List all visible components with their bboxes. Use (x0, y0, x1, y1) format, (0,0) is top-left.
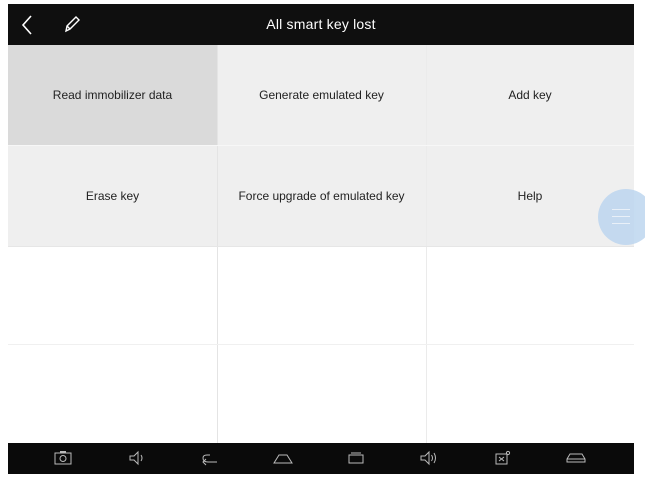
volume-down-icon[interactable] (127, 450, 147, 466)
empty-tile (8, 344, 217, 443)
menu-add-key[interactable]: Add key (426, 45, 634, 145)
vehicle-icon[interactable] (565, 450, 586, 466)
title-bar: All smart key lost (8, 4, 634, 45)
menu-erase-key[interactable]: Erase key (8, 145, 217, 246)
empty-tile (217, 246, 426, 344)
menu-read-immobilizer-data[interactable]: Read immobilizer data (8, 45, 217, 145)
grid-divider (426, 45, 427, 443)
empty-tile (8, 246, 217, 344)
empty-tile (426, 246, 634, 344)
screenshot-icon[interactable] (53, 450, 73, 466)
system-navigation-bar (8, 443, 634, 474)
empty-tile (217, 344, 426, 443)
grid-divider (8, 145, 634, 146)
menu-force-upgrade-emulated-key[interactable]: Force upgrade of emulated key (217, 145, 426, 246)
back-icon[interactable] (200, 450, 220, 466)
page-title: All smart key lost (266, 16, 376, 32)
grid-divider (8, 344, 634, 345)
menu-generate-emulated-key[interactable]: Generate emulated key (217, 45, 426, 145)
floating-assist-button[interactable] (598, 189, 645, 245)
home-icon[interactable] (272, 450, 293, 466)
function-menu-grid: Read immobilizer data Generate emulated … (8, 45, 634, 443)
app-screen: All smart key lost Read immobilizer data… (8, 4, 634, 474)
grid-divider (217, 45, 218, 443)
vci-icon[interactable] (492, 450, 512, 466)
empty-tile (426, 344, 634, 443)
recent-apps-icon[interactable] (346, 450, 366, 466)
volume-up-icon[interactable] (418, 450, 438, 466)
grid-divider (8, 246, 634, 247)
